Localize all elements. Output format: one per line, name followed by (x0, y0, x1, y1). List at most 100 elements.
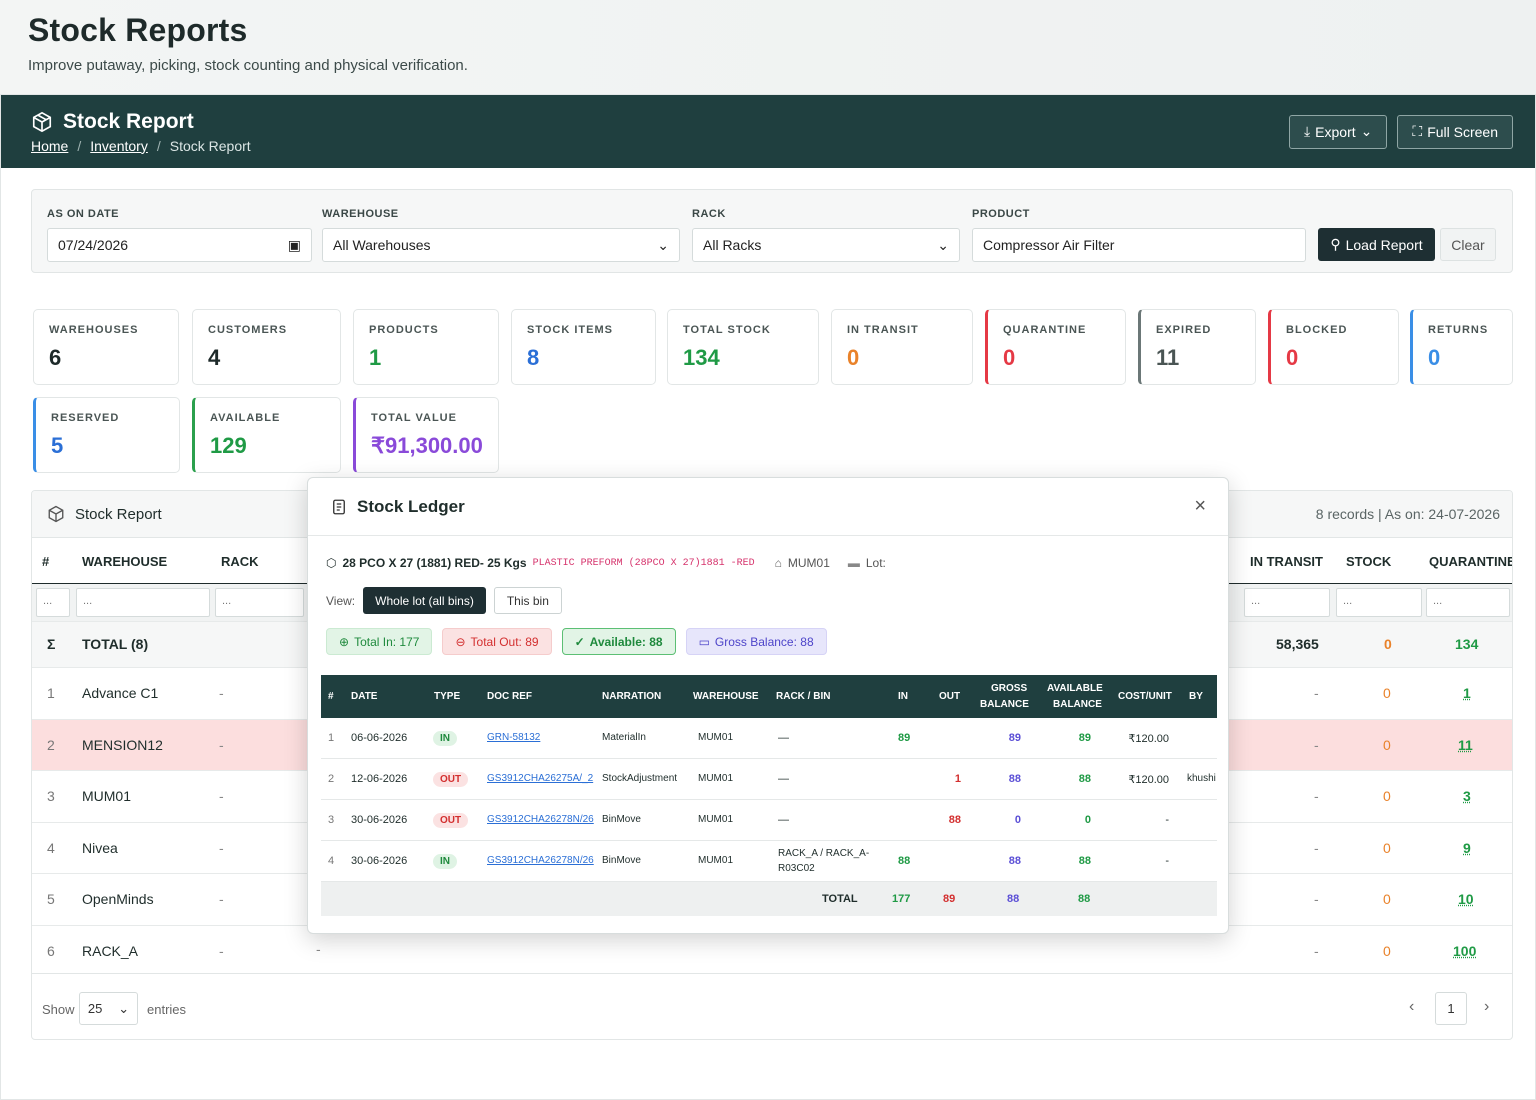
ledger-out: 88 (948, 814, 961, 826)
page-1-button[interactable]: 1 (1435, 992, 1467, 1025)
lcol-narration: NARRATION (602, 691, 662, 702)
lcol-out: OUT (939, 691, 961, 702)
stat-value: 11 (1156, 345, 1180, 370)
fullscreen-icon: ⛶ (1412, 123, 1423, 139)
col-in-transit[interactable]: IN TRANSIT (1250, 554, 1323, 569)
calendar-icon[interactable]: ▣ (288, 237, 301, 254)
row-transit: 0 (1383, 839, 1391, 856)
view-this-bin-button[interactable]: This bin (493, 587, 562, 614)
row-qty-link[interactable]: 11 (1458, 737, 1473, 753)
stat-label: RETURNS (1428, 324, 1489, 336)
close-icon[interactable]: × (1194, 495, 1206, 518)
stat-value: 5 (51, 433, 64, 458)
load-report-label: Load Report (1345, 236, 1423, 253)
export-button[interactable]: ⤓ Export ⌄ (1288, 114, 1388, 149)
total-value: 58,365 (1276, 636, 1319, 652)
col-stock[interactable]: STOCK (1346, 554, 1391, 569)
ledger-warehouse: MUM01 (698, 814, 734, 825)
row-num: 1 (47, 685, 55, 701)
stat-label: AVAILABLE (210, 412, 281, 424)
row-qty-link[interactable]: 1 (1463, 685, 1471, 701)
search-quarantine-input[interactable]: ... (1426, 588, 1510, 617)
ledger-in: 89 (898, 732, 911, 744)
breadcrumb: Home / Inventory / Stock Report (31, 137, 251, 154)
rack-select[interactable]: All Racks ⌄ (692, 228, 960, 262)
breadcrumb-home[interactable]: Home (31, 138, 68, 154)
breadcrumb-inventory[interactable]: Inventory (90, 138, 148, 154)
ledger-num: 2 (328, 773, 335, 785)
summary-pills: ⊕ Total In: 177 ⊖ Total Out: 89 ✓ Available… (326, 628, 827, 655)
ledger-total-label: TOTAL (822, 893, 858, 905)
search-warehouse-input[interactable]: ... (76, 588, 210, 617)
search-stock-input[interactable]: ... (1336, 588, 1422, 617)
row-dash: - (1314, 788, 1319, 804)
product-code: PLASTIC PREFORM (28PCO X 27)1881 -RED (532, 557, 755, 569)
row-dash: - (1314, 839, 1319, 856)
stat-card-total-stock: TOTAL STOCK 134 (667, 309, 819, 385)
col-num[interactable]: # (42, 554, 49, 569)
ledger-doc-link[interactable]: GS3912CHA26278N/26 (487, 855, 594, 866)
load-report-button[interactable]: ⚲ Load Report (1318, 228, 1435, 261)
ledger-gross: 89 (1008, 732, 1021, 744)
col-warehouse[interactable]: WAREHOUSE (82, 554, 167, 569)
warehouse-icon: ⌂ (774, 556, 782, 570)
row-qty-link[interactable]: 3 (1463, 788, 1471, 804)
total-in-text: Total In: 177 (354, 634, 420, 649)
clear-button[interactable]: Clear (1440, 228, 1496, 261)
row-qty-link[interactable]: 9 (1463, 840, 1471, 856)
ledger-doc-link[interactable]: GS3912CHA26278N/26 (487, 814, 594, 825)
prev-page-icon[interactable]: ‹ (1409, 998, 1414, 1016)
plus-circle-icon: ⊕ (339, 634, 350, 649)
fullscreen-label: Full Screen (1427, 123, 1498, 140)
check-circle-icon: ✓ (574, 634, 585, 649)
ledger-gross: 0 (1014, 814, 1021, 826)
search-transit-input[interactable]: ... (1244, 588, 1330, 617)
row-qty-link[interactable]: 100 (1453, 943, 1476, 959)
stock-ledger-modal: Stock Ledger × ⬡ 28 PCO X 27 (1881) RED-… (307, 477, 1229, 934)
chevron-down-icon: ⌄ (118, 1000, 130, 1016)
date-input[interactable]: 07/24/2026 ▣ (47, 228, 312, 262)
ledger-row: 3 30-06-2026 OUT GS3912CHA26278N/26 BinMove M… (321, 800, 1217, 841)
col-quarantine[interactable]: QUARANTINE (1429, 554, 1512, 569)
stat-value: 1 (369, 345, 382, 370)
stat-card-in-transit: IN TRANSIT 0 (831, 309, 973, 385)
stat-card-warehouses: WAREHOUSES 6 (33, 309, 179, 385)
ledger-row: 4 30-06-2026 IN GS3912CHA26278N/26 BinMove MU… (321, 841, 1217, 882)
next-page-icon[interactable]: › (1484, 998, 1489, 1016)
lcol-gross: GROSS (991, 683, 1028, 694)
ledger-num: 1 (328, 732, 335, 744)
product-input[interactable]: Compressor Air Filter (972, 228, 1306, 262)
ledger-narration: BinMove (602, 814, 641, 825)
row-warehouse: MUM01 (82, 788, 132, 804)
ledger-out: 1 (954, 773, 961, 785)
search-rack-input[interactable]: ... (215, 588, 304, 617)
ledger-doc-link[interactable]: GS3912CHA26275A/_2 (487, 773, 593, 784)
ledger-cost: - (1165, 855, 1169, 867)
stat-value: 4 (208, 345, 221, 370)
report-title: Stock Report (75, 505, 162, 523)
row-num: 6 (47, 942, 55, 959)
ledger-row: 1 06-06-2026 IN GRN-58132 MaterialIn MUM01 — 89… (321, 718, 1217, 759)
row-rack: - (219, 942, 224, 959)
col-rack[interactable]: RACK (221, 554, 259, 569)
search-num-input[interactable]: ... (36, 588, 70, 617)
fullscreen-button[interactable]: ⛶ Full Screen (1397, 114, 1513, 149)
panel-header: Stock Report Home / Inventory / Stock Report… (1, 95, 1535, 168)
ledger-doc-link[interactable]: GRN-58132 (487, 732, 540, 743)
row-num: 4 (47, 839, 55, 856)
panel-title-wrap: Stock Report (31, 110, 251, 134)
lcol-warehouse: WAREHOUSE (693, 691, 759, 702)
breadcrumb-current: Stock Report (169, 137, 251, 154)
view-whole-lot-button[interactable]: Whole lot (all bins) (363, 587, 486, 614)
entries-label: entries (147, 1002, 187, 1017)
download-icon: ⤓ (1303, 123, 1311, 139)
ledger-rack: — (778, 814, 789, 826)
report-meta: 8 records | As on: 24-07-2026 (1315, 506, 1500, 522)
ledger-narration: MaterialIn (602, 732, 646, 743)
stat-label: TOTAL VALUE (371, 412, 457, 424)
page-size-select[interactable]: 25 ⌄ (79, 992, 138, 1025)
warehouse-select[interactable]: All Warehouses ⌄ (322, 228, 680, 262)
stat-label: WAREHOUSES (49, 324, 139, 336)
row-qty-link[interactable]: 10 (1458, 891, 1474, 907)
ledger-type-badge: OUT (433, 772, 469, 787)
